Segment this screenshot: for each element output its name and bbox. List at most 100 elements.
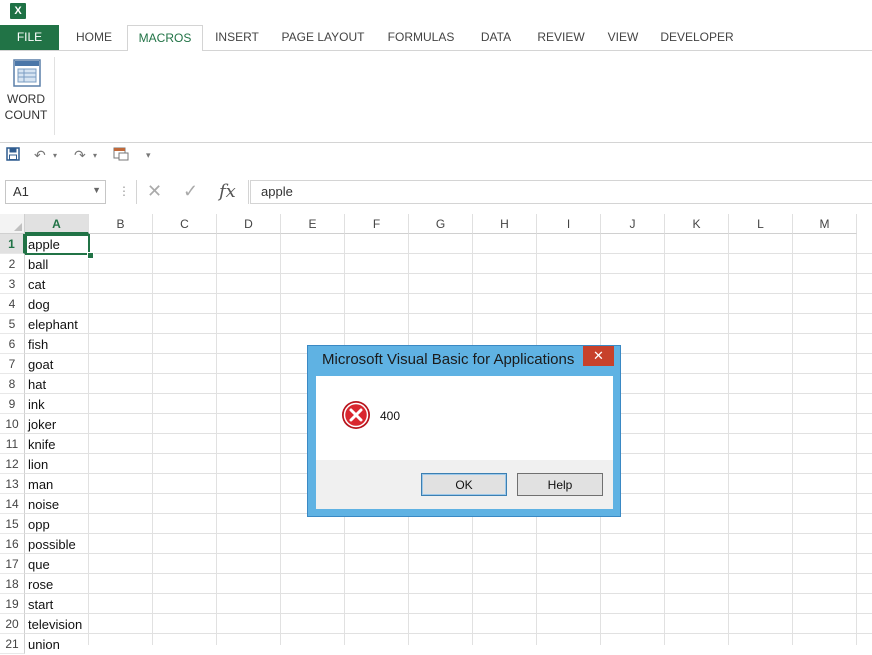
- row-header-8[interactable]: 8: [0, 374, 25, 394]
- fill-handle[interactable]: [87, 252, 94, 259]
- column-header-m[interactable]: M: [793, 214, 857, 234]
- cell-a20[interactable]: television: [28, 615, 82, 635]
- row-header-16[interactable]: 16: [0, 534, 25, 554]
- cell-a14[interactable]: noise: [28, 495, 59, 515]
- cell-a12[interactable]: lion: [28, 455, 48, 475]
- cell-a4[interactable]: dog: [28, 295, 50, 315]
- tab-insert[interactable]: INSERT: [208, 25, 266, 50]
- cell-a11[interactable]: knife: [28, 435, 55, 455]
- column-header-c[interactable]: C: [153, 214, 217, 234]
- column-header-d[interactable]: D: [217, 214, 281, 234]
- cell-a18[interactable]: rose: [28, 575, 53, 595]
- form-icon[interactable]: [113, 147, 129, 164]
- tab-file[interactable]: FILE: [0, 25, 59, 50]
- row-header-9[interactable]: 9: [0, 394, 25, 414]
- tab-page-layout[interactable]: PAGE LAYOUT: [276, 25, 370, 50]
- row-header-11[interactable]: 11: [0, 434, 25, 454]
- column-header-f[interactable]: F: [345, 214, 409, 234]
- row-header-3[interactable]: 3: [0, 274, 25, 294]
- word-count-line1: WORD: [7, 92, 45, 106]
- column-header-j[interactable]: J: [601, 214, 665, 234]
- column-header-g[interactable]: G: [409, 214, 473, 234]
- row-header-1[interactable]: 1: [0, 234, 25, 254]
- row-header-14[interactable]: 14: [0, 494, 25, 514]
- cell-a3[interactable]: cat: [28, 275, 45, 295]
- row-header-19[interactable]: 19: [0, 594, 25, 614]
- tab-formulas[interactable]: FORMULAS: [380, 25, 462, 50]
- cell-a19[interactable]: start: [28, 595, 53, 615]
- word-count-icon: [13, 59, 41, 87]
- formula-input-value: apple: [261, 184, 293, 199]
- name-box-dropdown-icon[interactable]: ▼: [92, 185, 101, 195]
- tab-home[interactable]: HOME: [66, 25, 122, 50]
- title-bar: X: [0, 0, 872, 24]
- select-all-corner[interactable]: [0, 214, 25, 234]
- row-header-2[interactable]: 2: [0, 254, 25, 274]
- formula-bar: A1 ▼ ⋮ ✕ ✓ fx apple: [0, 178, 872, 206]
- tab-data[interactable]: DATA: [472, 25, 520, 50]
- redo-dropdown-icon[interactable]: ▾: [93, 151, 97, 160]
- cell-a6[interactable]: fish: [28, 335, 48, 355]
- row-header-15[interactable]: 15: [0, 514, 25, 534]
- row-header-17[interactable]: 17: [0, 554, 25, 574]
- dialog-title: Microsoft Visual Basic for Applications: [322, 351, 575, 368]
- cell-a17[interactable]: que: [28, 555, 50, 575]
- error-icon: [342, 401, 370, 429]
- column-header-b[interactable]: B: [89, 214, 153, 234]
- row-header-18[interactable]: 18: [0, 574, 25, 594]
- save-icon[interactable]: [6, 147, 20, 164]
- ribbon-panel: WORD COUNT: [0, 51, 872, 143]
- undo-icon[interactable]: ↶: [34, 147, 46, 164]
- column-header-a[interactable]: A: [25, 214, 89, 234]
- ribbon-tabs: FILE HOME MACROS INSERT PAGE LAYOUT FORM…: [0, 25, 872, 52]
- formula-bar-grip-icon[interactable]: ⋮: [118, 184, 130, 198]
- word-count-label: WORD COUNT: [2, 91, 50, 123]
- name-box-value: A1: [13, 184, 29, 199]
- excel-logo-icon: X: [10, 3, 26, 19]
- undo-dropdown-icon[interactable]: ▾: [53, 151, 57, 160]
- cell-a21[interactable]: union: [28, 635, 60, 655]
- ok-button[interactable]: OK: [421, 473, 507, 496]
- cell-a8[interactable]: hat: [28, 375, 46, 395]
- column-header-e[interactable]: E: [281, 214, 345, 234]
- dialog-close-button[interactable]: ✕: [583, 346, 614, 366]
- row-header-20[interactable]: 20: [0, 614, 25, 634]
- name-box[interactable]: A1 ▼: [5, 180, 106, 204]
- cell-a7[interactable]: goat: [28, 355, 53, 375]
- customize-qat-icon[interactable]: ▾: [146, 150, 151, 161]
- active-cell-border: [25, 234, 90, 255]
- cell-a10[interactable]: joker: [28, 415, 56, 435]
- enter-entry-icon[interactable]: ✓: [183, 181, 198, 202]
- dialog-footer: OK Help: [316, 460, 613, 509]
- help-button[interactable]: Help: [517, 473, 603, 496]
- tab-review[interactable]: REVIEW: [530, 25, 592, 50]
- cell-a5[interactable]: elephant: [28, 315, 78, 335]
- cell-a16[interactable]: possible: [28, 535, 76, 555]
- quick-access-toolbar: ↶ ▾ ↷ ▾ ▾: [0, 143, 872, 168]
- tab-developer[interactable]: DEVELOPER: [656, 25, 738, 50]
- row-header-5[interactable]: 5: [0, 314, 25, 334]
- row-header-6[interactable]: 6: [0, 334, 25, 354]
- tab-macros[interactable]: MACROS: [127, 25, 203, 52]
- cancel-entry-icon[interactable]: ✕: [147, 181, 162, 202]
- tab-view[interactable]: VIEW: [601, 25, 645, 50]
- column-header-l[interactable]: L: [729, 214, 793, 234]
- group-divider: [54, 57, 55, 135]
- cell-a9[interactable]: ink: [28, 395, 45, 415]
- row-header-4[interactable]: 4: [0, 294, 25, 314]
- column-header-i[interactable]: I: [537, 214, 601, 234]
- row-header-12[interactable]: 12: [0, 454, 25, 474]
- cell-a13[interactable]: man: [28, 475, 53, 495]
- row-header-7[interactable]: 7: [0, 354, 25, 374]
- row-header-21[interactable]: 21: [0, 634, 25, 654]
- insert-function-icon[interactable]: fx: [219, 181, 236, 202]
- row-header-13[interactable]: 13: [0, 474, 25, 494]
- cell-a15[interactable]: opp: [28, 515, 50, 535]
- word-count-button[interactable]: WORD COUNT: [2, 57, 50, 127]
- redo-icon[interactable]: ↷: [74, 147, 86, 164]
- formula-input[interactable]: apple: [250, 180, 872, 204]
- column-header-h[interactable]: H: [473, 214, 537, 234]
- column-header-k[interactable]: K: [665, 214, 729, 234]
- cell-a2[interactable]: ball: [28, 255, 48, 275]
- row-header-10[interactable]: 10: [0, 414, 25, 434]
